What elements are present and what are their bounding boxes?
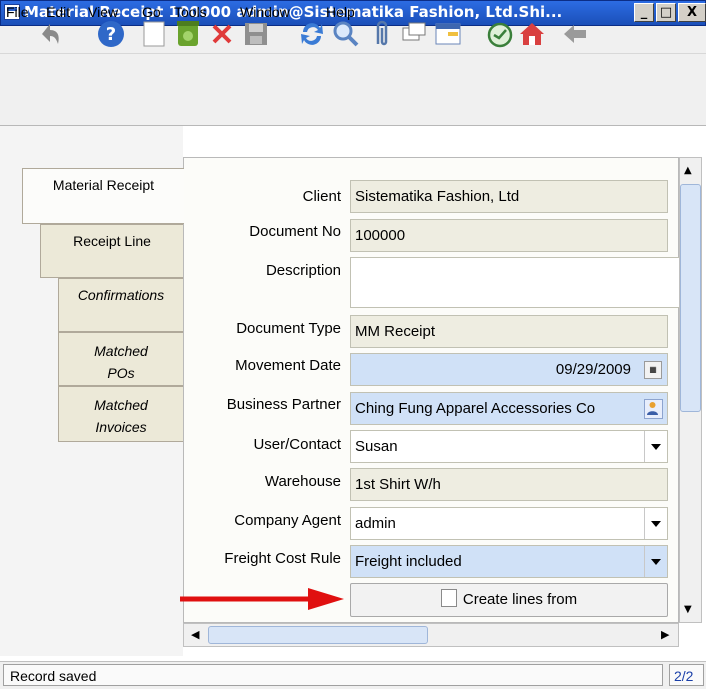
calendar-icon[interactable]: ▦ bbox=[644, 361, 662, 379]
grid-toggle-icon[interactable] bbox=[432, 18, 464, 50]
find-icon[interactable] bbox=[330, 18, 362, 50]
tab-label: Material Receipt bbox=[52, 177, 155, 193]
warehouse-field: 1st Shirt W/h bbox=[350, 468, 668, 501]
scroll-right-icon[interactable]: ▶ bbox=[661, 628, 669, 641]
tab-label: Receipt Line bbox=[73, 233, 151, 249]
create-lines-from-button[interactable]: Create lines from bbox=[350, 583, 668, 617]
description-field[interactable] bbox=[350, 257, 680, 308]
freight-cost-rule-label: Freight Cost Rule bbox=[224, 550, 341, 567]
user-contact-label: User/Contact bbox=[253, 436, 341, 453]
tab-label: Matched POs bbox=[94, 343, 148, 381]
tab-label: Matched Invoices bbox=[94, 397, 148, 435]
warehouse-label: Warehouse bbox=[264, 473, 341, 490]
scroll-up-icon[interactable]: ▲ bbox=[684, 165, 692, 176]
record-count[interactable]: 2/2 bbox=[669, 664, 704, 686]
document-no-label: Document No bbox=[249, 223, 341, 240]
document-type-field: MM Receipt bbox=[350, 315, 668, 348]
tab-material-receipt[interactable]: Material Receipt bbox=[22, 168, 184, 224]
chevron-down-icon[interactable] bbox=[644, 546, 667, 577]
attachment-icon[interactable] bbox=[366, 18, 398, 50]
history-icon[interactable] bbox=[484, 18, 516, 50]
company-agent-label: Company Agent bbox=[234, 512, 341, 529]
scroll-left-icon[interactable]: ◀ bbox=[191, 628, 199, 641]
movement-date-value: 09/29/2009 bbox=[555, 361, 631, 378]
movement-date-label: Movement Date bbox=[235, 357, 341, 374]
annotation-arrow bbox=[180, 588, 344, 610]
scroll-down-icon[interactable]: ▼ bbox=[684, 604, 692, 615]
business-partner-label: Business Partner bbox=[226, 396, 341, 413]
create-lines-from-label: Create lines from bbox=[462, 591, 578, 608]
chevron-down-icon[interactable] bbox=[644, 508, 667, 539]
tab-confirmations[interactable]: Confirmations bbox=[58, 278, 184, 332]
delete-icon[interactable] bbox=[206, 18, 238, 50]
svg-text:?: ? bbox=[106, 24, 116, 45]
description-label: Description bbox=[265, 262, 341, 279]
user-contact-select[interactable]: Susan bbox=[350, 430, 668, 463]
freight-cost-rule-value: Freight included bbox=[355, 553, 462, 570]
tab-matched-invoices[interactable]: Matched Invoices bbox=[58, 386, 184, 442]
tab-receipt-line[interactable]: Receipt Line bbox=[40, 224, 184, 278]
save-icon[interactable] bbox=[240, 18, 272, 50]
undo-icon[interactable] bbox=[34, 18, 66, 50]
minimize-icon[interactable]: _ bbox=[634, 3, 654, 22]
business-partner-value: Ching Fung Apparel Accessories Co bbox=[355, 400, 596, 417]
home-icon[interactable] bbox=[516, 18, 548, 50]
close-icon[interactable]: X bbox=[678, 3, 706, 22]
client-field: Sistematika Fashion, Ltd bbox=[350, 180, 668, 213]
new-record-icon[interactable] bbox=[138, 18, 170, 50]
document-icon bbox=[440, 589, 457, 607]
business-partner-field[interactable]: Ching Fung Apparel Accessories Co bbox=[350, 392, 668, 425]
tab-matched-pos[interactable]: Matched POs bbox=[58, 332, 184, 386]
chat-icon[interactable] bbox=[398, 18, 430, 50]
help-icon[interactable]: ? bbox=[95, 18, 127, 50]
user-contact-value: Susan bbox=[355, 438, 398, 455]
company-agent-select[interactable]: admin bbox=[350, 507, 668, 540]
company-agent-value: admin bbox=[355, 515, 396, 532]
vertical-scroll-thumb[interactable] bbox=[680, 184, 701, 412]
refresh-icon[interactable] bbox=[296, 18, 328, 50]
maximize-icon[interactable]: □ bbox=[656, 3, 676, 22]
document-type-label: Document Type bbox=[236, 320, 341, 337]
movement-date-field[interactable]: 09/29/2009 ▦ bbox=[350, 353, 668, 386]
horizontal-scroll-thumb[interactable] bbox=[208, 626, 428, 644]
status-message: Record saved bbox=[3, 664, 663, 686]
chevron-down-icon[interactable] bbox=[644, 431, 667, 462]
person-lookup-icon[interactable] bbox=[644, 399, 663, 419]
copy-record-icon[interactable] bbox=[172, 18, 204, 50]
tab-label: Confirmations bbox=[77, 287, 165, 303]
toolbar bbox=[0, 54, 706, 126]
back-icon[interactable] bbox=[558, 18, 590, 50]
client-label: Client bbox=[302, 188, 341, 205]
document-no-field: 100000 bbox=[350, 219, 668, 252]
freight-cost-rule-select[interactable]: Freight included bbox=[350, 545, 668, 578]
menu-file[interactable]: File bbox=[6, 4, 29, 24]
